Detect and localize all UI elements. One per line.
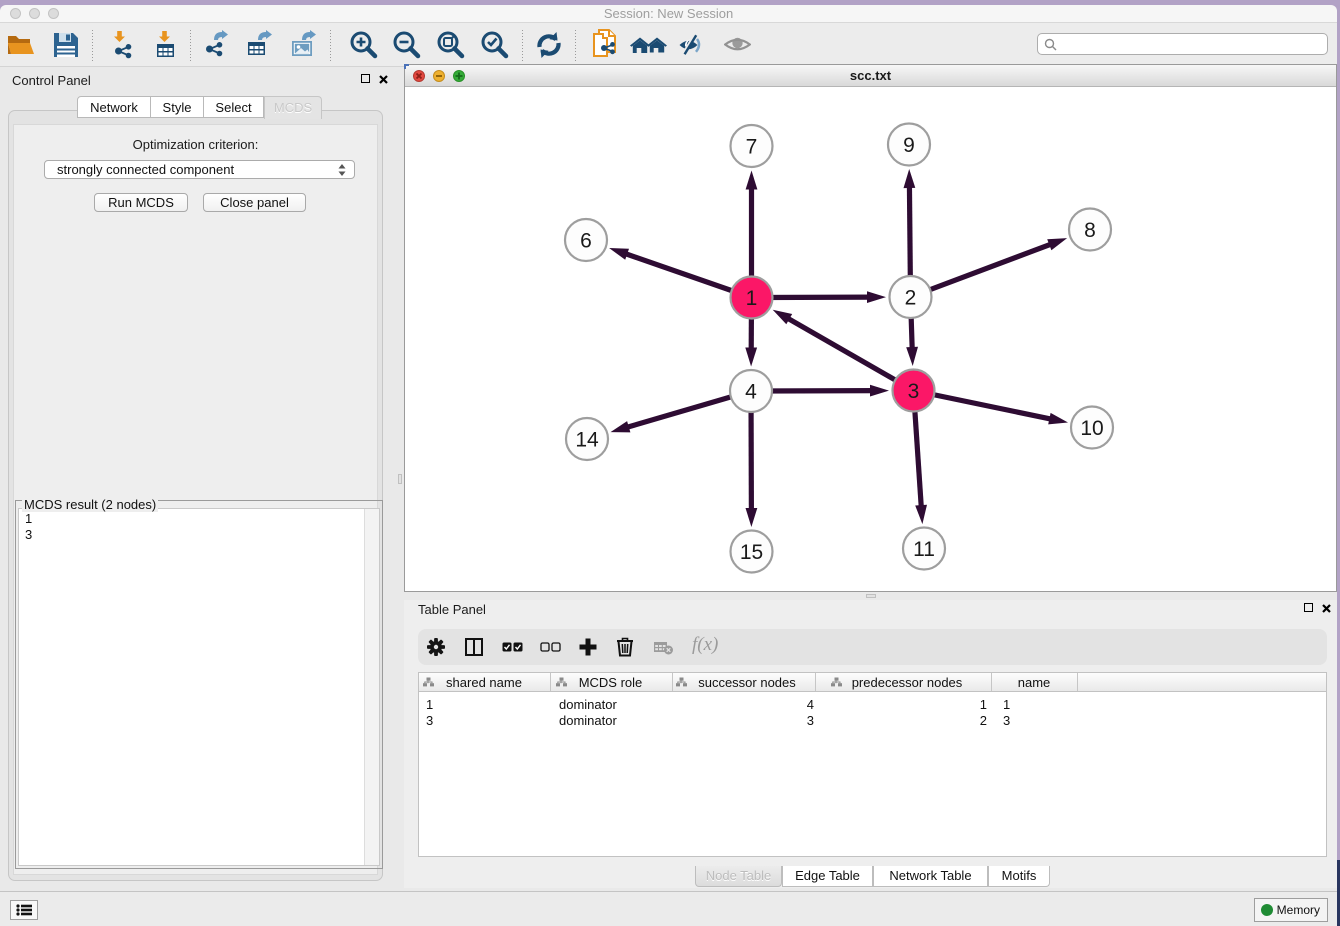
svg-text:14: 14 <box>575 429 599 452</box>
svg-text:11: 11 <box>913 538 935 561</box>
svg-text:4: 4 <box>745 381 757 404</box>
svg-text:8: 8 <box>1084 219 1096 242</box>
svg-text:2: 2 <box>905 287 917 310</box>
svg-text:6: 6 <box>580 230 592 253</box>
svg-text:3: 3 <box>908 380 920 403</box>
svg-text:7: 7 <box>746 136 758 159</box>
svg-text:9: 9 <box>903 134 915 157</box>
svg-text:1: 1 <box>746 287 758 310</box>
svg-text:10: 10 <box>1080 417 1103 440</box>
svg-text:15: 15 <box>740 541 763 564</box>
